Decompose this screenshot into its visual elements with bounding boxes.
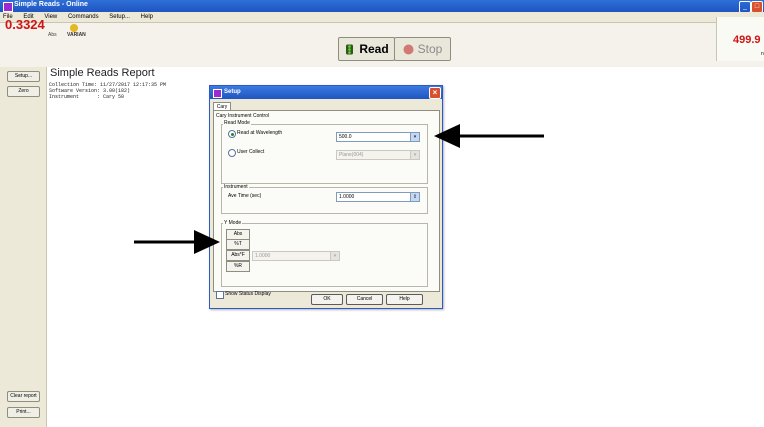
stop-button[interactable]: Stop [394,37,451,61]
close-icon[interactable]: × [429,87,441,99]
left-panel: Setup... Zero Clear report Print... [0,67,47,427]
chevron-down-icon[interactable]: ▾ [410,133,419,141]
spinner-arrows-icon[interactable]: ⇕ [410,193,419,201]
user-collect-value: Plane(004) [339,152,364,158]
menu-view[interactable]: View [44,12,57,22]
absorbance-readout: 0.3324 [5,17,45,32]
logo-text: VARIAN [67,32,86,38]
user-collect-label: User Collect [237,149,265,155]
show-status-checkbox[interactable] [216,291,224,299]
panel-title: Cary Instrument Control [216,113,270,119]
cancel-button[interactable]: Cancel [346,294,383,305]
dialog-title: Setup [224,89,241,95]
report-line: Instrument : Cary 50 [49,94,125,100]
varian-logo: VARIAN [67,24,86,38]
read-button[interactable]: Read [338,37,395,61]
wavelength-select[interactable]: 500.0 ▾ [336,132,420,142]
stop-sign-icon [403,44,414,54]
ave-time-value: 1.0000 [339,194,355,200]
stop-button-label: Stop [417,42,443,56]
chevron-down-icon: ▾ [410,151,419,159]
read-at-wavelength-label: Read at Wavelength [237,130,283,136]
dialog-app-icon [213,89,222,98]
show-status-label: Show Status Display [225,291,271,297]
read-mode-label: Read Mode [223,120,251,126]
report-title: Simple Reads Report [50,67,155,79]
factor-select: 1.0000 ▾ [252,251,340,261]
ave-time-spinner[interactable]: 1.0000 ⇕ [336,192,420,202]
cary-tab-panel: Cary Instrument Control Read Mode Read a… [213,110,440,292]
read-at-wavelength-radio[interactable] [228,130,236,138]
menu-setup[interactable]: Setup... [109,12,130,22]
user-collect-select: Plane(004) ▾ [336,150,420,160]
window-title: Simple Reads - Online [14,1,88,8]
print-button[interactable]: Print... [7,407,40,418]
ave-time-label: Ave Time (sec) [228,193,262,199]
dialog-title-bar: Setup × [210,86,442,99]
y-mode-abs-factor-button[interactable]: Abs*F [226,250,250,261]
readout-unit: Abs [48,32,57,38]
factor-value: 1.0000 [255,253,271,259]
chevron-down-icon: ▾ [330,252,339,260]
user-collect-radio[interactable] [228,149,236,157]
annotation-arrow-left-icon [134,230,220,254]
wavelength-readout: 499.9 [733,34,761,46]
app-icon [3,2,13,12]
menu-bar: File Edit View Commands Setup... Help [0,12,764,23]
setup-dialog: Setup × Cary Cary Instrument Control Rea… [209,85,443,309]
zero-button[interactable]: Zero [7,86,40,97]
clear-report-button[interactable]: Clear report [7,391,40,402]
wavelength-readout-panel: 499.9 nm [716,17,764,61]
traffic-light-icon [346,44,354,54]
window-title-bar: Simple Reads - Online _ □ [0,0,764,13]
instrument-label: Instrument [223,184,249,190]
ok-button[interactable]: OK [311,294,343,305]
logo-mark-icon [70,24,78,32]
y-mode-percent-r-button[interactable]: %R [226,261,250,272]
annotation-arrow-right-icon [434,124,544,148]
y-mode-percent-t-button[interactable]: %T [226,239,250,250]
help-button[interactable]: Help [386,294,423,305]
menu-help[interactable]: Help [141,12,153,22]
y-mode-label: Y Mode [223,220,243,226]
report-header: Collection Time: 11/27/2017 12:17:35 PM S… [49,82,166,100]
read-button-label: Read [359,42,389,56]
menu-commands[interactable]: Commands [68,12,99,22]
setup-button[interactable]: Setup... [7,71,40,82]
wavelength-value: 500.0 [339,134,352,140]
